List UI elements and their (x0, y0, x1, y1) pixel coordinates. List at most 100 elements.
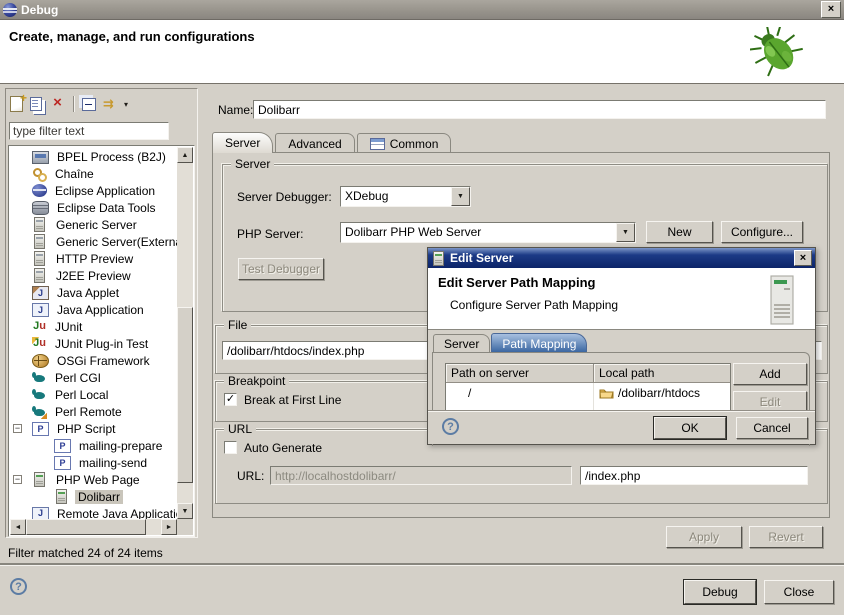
tree-item-perl-remote[interactable]: Perl Remote (9, 403, 177, 420)
col-local-path[interactable]: Local path (594, 364, 730, 383)
name-field-wrap (253, 100, 826, 119)
configurations-toolbar: × ⇉ ▾ (10, 93, 128, 115)
filter-icon[interactable]: ⇉ (103, 96, 120, 112)
tree-item-http-preview[interactable]: HTTP Preview (9, 250, 177, 267)
tree-item-generic-server[interactable]: Generic Server (9, 216, 177, 233)
tree-item-perl-cgi[interactable]: Perl CGI (9, 369, 177, 386)
tree-item-osgi-framework[interactable]: OSGi Framework (9, 352, 177, 369)
tree-item-mailing-send[interactable]: mailing-send (9, 454, 177, 471)
tree-item-junit[interactable]: JUnit (9, 318, 177, 335)
dialog-help-icon[interactable]: ? (442, 418, 459, 435)
help-icon[interactable]: ? (10, 578, 27, 595)
bpel-icon (32, 151, 49, 164)
filter-dropdown-caret-icon[interactable]: ▾ (124, 100, 128, 109)
php-icon (54, 439, 71, 453)
server-debugger-label: Server Debugger: (237, 190, 332, 204)
tab-common[interactable]: Common (357, 133, 452, 153)
window-close-button[interactable]: × (821, 1, 841, 18)
php-server-label: PHP Server: (237, 227, 303, 241)
folder-icon (599, 387, 614, 399)
break-first-line-checkbox[interactable]: ✓ (224, 393, 237, 406)
combo-dropdown-icon[interactable]: ▼ (451, 187, 470, 206)
tab-server[interactable]: Server (212, 132, 273, 153)
cancel-button[interactable]: Cancel (736, 417, 808, 439)
new-config-icon[interactable] (10, 96, 23, 112)
scroll-down-button[interactable]: ▼ (177, 503, 193, 519)
tab-advanced[interactable]: Advanced (275, 133, 354, 153)
dialog-close-button[interactable]: × (794, 250, 812, 266)
url-group-legend: URL (224, 422, 256, 436)
ok-button[interactable]: OK (654, 417, 726, 439)
scroll-left-button[interactable]: ◄ (10, 519, 26, 535)
collapse-all-icon[interactable] (82, 98, 96, 111)
tree-item-label: J2EE Preview (53, 269, 134, 283)
filter-input[interactable] (10, 123, 168, 139)
tree-item-cha-ne[interactable]: Chaîne (9, 165, 177, 182)
tree-item-label: Perl Local (52, 388, 111, 402)
apply-button[interactable]: Apply (666, 526, 742, 548)
filter-field-wrap (9, 122, 169, 140)
tree-item-bpel-process-b2j-[interactable]: BPEL Process (B2J) (9, 148, 177, 165)
debug-button[interactable]: Debug (684, 580, 756, 604)
mapping-row[interactable]: //dolibarr/htdocs (446, 383, 730, 402)
dialog-subheading: Configure Server Path Mapping (450, 298, 618, 312)
tree-item-php-web-page[interactable]: −PHP Web Page (9, 471, 177, 488)
tree-horizontal-scrollbar[interactable]: ◄ ► (10, 519, 177, 535)
edit-server-banner: Edit Server Path Mapping Configure Serve… (428, 268, 815, 330)
url-path-input[interactable] (581, 467, 807, 484)
server-debugger-combo[interactable]: XDebug ▼ (340, 186, 471, 207)
collapse-expander-icon[interactable]: − (13, 475, 22, 484)
configure-server-button[interactable]: Configure... (721, 221, 803, 243)
revert-button[interactable]: Revert (749, 526, 823, 548)
scroll-up-button[interactable]: ▲ (177, 147, 193, 163)
applet-icon (32, 286, 49, 300)
col-path-on-server[interactable]: Path on server (446, 364, 594, 383)
window-title: Debug (21, 3, 821, 17)
close-button[interactable]: Close (764, 580, 834, 604)
horizontal-scroll-thumb[interactable] (26, 519, 146, 535)
dialog-tab-server[interactable]: Server (433, 334, 490, 353)
auto-generate-checkbox[interactable] (224, 441, 237, 454)
name-input[interactable] (254, 101, 825, 118)
dialog-tab-path-mapping[interactable]: Path Mapping (491, 333, 587, 353)
tree-vertical-scrollbar[interactable]: ▲ ▼ (177, 147, 193, 519)
tree-item-label: PHP Script (54, 422, 118, 436)
file-group-legend: File (224, 318, 251, 332)
tree-item-label: Eclipse Application (52, 184, 158, 198)
tree-item-java-applet[interactable]: Java Applet (9, 284, 177, 301)
tree-item-label: Chaîne (52, 167, 97, 181)
tree-item-j2ee-preview[interactable]: J2EE Preview (9, 267, 177, 284)
tree-item-junit-plug-in-test[interactable]: JUnit Plug-in Test (9, 335, 177, 352)
server-group-legend: Server (231, 157, 274, 171)
tree-item-eclipse-data-tools[interactable]: Eclipse Data Tools (9, 199, 177, 216)
tree-item-java-application[interactable]: Java Application (9, 301, 177, 318)
tree-item-dolibarr[interactable]: Dolibarr (9, 488, 177, 505)
scroll-right-button[interactable]: ► (161, 519, 177, 535)
local-path-text: /dolibarr/htdocs (618, 386, 700, 400)
server-green-icon (56, 489, 67, 504)
camel-icon (32, 388, 47, 402)
tree-item-eclipse-application[interactable]: Eclipse Application (9, 182, 177, 199)
tree-item-perl-local[interactable]: Perl Local (9, 386, 177, 403)
collapse-expander-icon[interactable]: − (13, 424, 22, 433)
duplicate-config-icon[interactable] (30, 97, 42, 111)
delete-config-icon[interactable]: × (49, 96, 66, 112)
test-debugger-button[interactable]: Test Debugger (238, 258, 324, 280)
tree-item-php-script[interactable]: − PHP Script (9, 420, 177, 437)
tree-item-label: Java Applet (54, 286, 122, 300)
php-icon (54, 456, 71, 470)
url-label: URL: (237, 469, 264, 483)
tree-item-generic-server-external-la[interactable]: Generic Server(External La (9, 233, 177, 250)
vertical-scroll-thumb[interactable] (177, 307, 193, 483)
php-server-combo[interactable]: Dolibarr PHP Web Server ▼ (340, 222, 636, 243)
chain-icon (32, 167, 47, 181)
tree-item-label: mailing-send (76, 456, 150, 470)
add-mapping-button[interactable]: Add (733, 363, 807, 385)
combo-dropdown-icon[interactable]: ▼ (616, 223, 635, 242)
tree-item-mailing-prepare[interactable]: mailing-prepare (9, 437, 177, 454)
new-server-button[interactable]: New (646, 221, 713, 243)
edit-server-dialog: Edit Server × Edit Server Path Mapping C… (427, 247, 816, 445)
configurations-panel: × ⇉ ▾ BPEL Process (B2J) Chaîne Eclipse Ap… (5, 88, 198, 538)
tree-item-remote-java-application[interactable]: Remote Java Application (9, 505, 177, 519)
camel-icon (32, 371, 47, 385)
